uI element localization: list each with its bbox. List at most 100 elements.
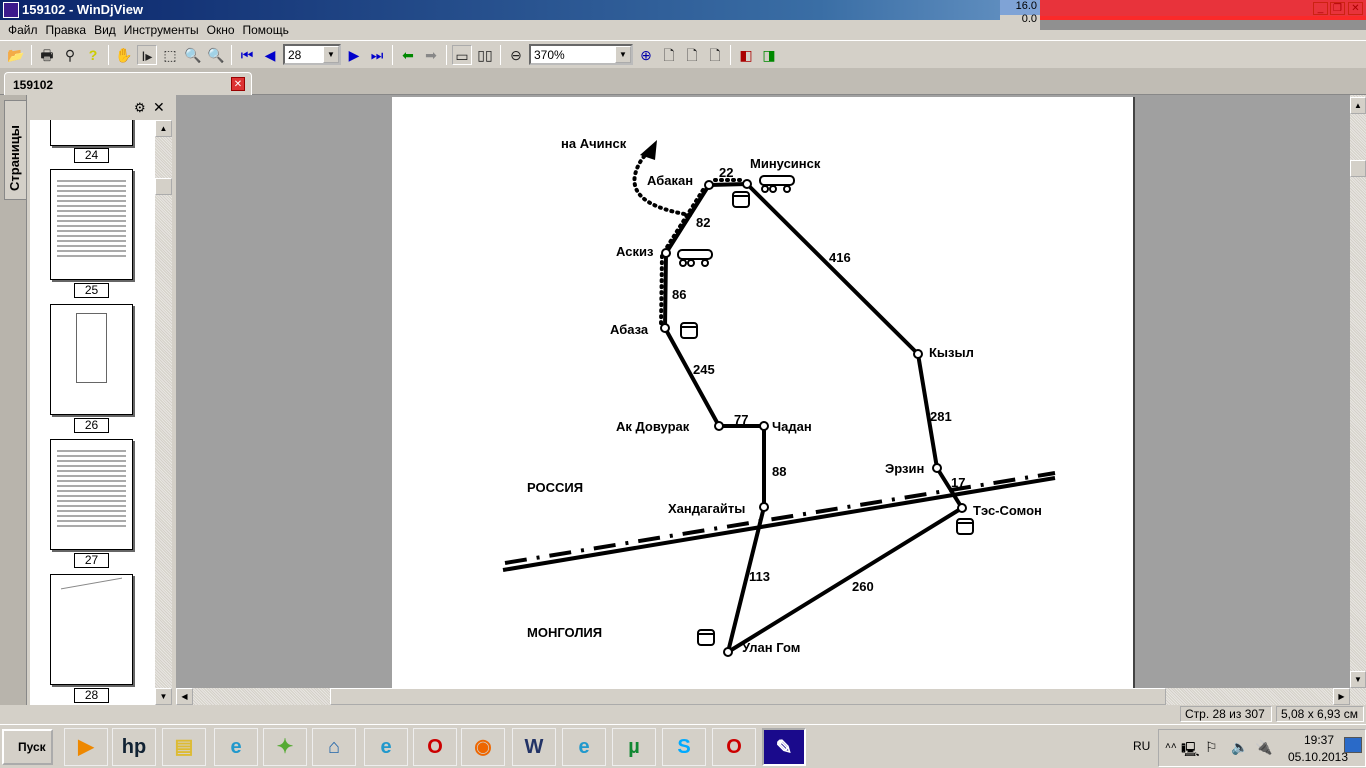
sidebar-scrollbar[interactable]: ▲ ▼ xyxy=(155,120,172,705)
distance-label: 281 xyxy=(930,409,952,424)
next-page-icon[interactable]: ▶ xyxy=(344,45,364,65)
thumbnail-label: 26 xyxy=(74,418,109,433)
firefox-icon[interactable]: ◉ xyxy=(461,728,505,766)
volume-icon[interactable]: 🔈 xyxy=(1231,739,1248,756)
close-icon[interactable]: ✕ xyxy=(153,99,165,116)
word-icon[interactable]: W xyxy=(512,728,556,766)
open-icon[interactable]: 📂 xyxy=(6,45,26,65)
zoom-rect-icon[interactable]: 🔍 xyxy=(206,45,226,65)
tab-document[interactable]: 159102 xyxy=(4,72,252,96)
status-page: Стр. 28 из 307 xyxy=(1180,706,1272,722)
scroll-up-icon[interactable]: ▲ xyxy=(1350,97,1366,114)
zoom-combo[interactable]: 370% ▼ xyxy=(529,44,633,65)
perf-max: 16.0 xyxy=(1015,0,1037,12)
close-button[interactable]: ✕ xyxy=(1348,2,1363,15)
menu-window[interactable]: Окно xyxy=(203,23,239,37)
prev-page-icon[interactable]: ◀ xyxy=(260,45,280,65)
thumbnail-list: 24 25 26 27 28 xyxy=(30,120,155,705)
network-icon[interactable]: 🖳 xyxy=(1181,739,1200,763)
power-icon[interactable]: 🔌 xyxy=(1255,739,1272,756)
language-indicator[interactable]: RU xyxy=(1133,739,1150,753)
menu-view[interactable]: Вид xyxy=(90,23,120,37)
menu-file[interactable]: Файл xyxy=(4,23,42,37)
chevron-down-icon[interactable]: ▼ xyxy=(615,46,631,63)
scroll-up-icon[interactable]: ▲ xyxy=(155,120,172,137)
zoom-value: 370% xyxy=(534,47,565,62)
windjview-icon[interactable]: ✎ xyxy=(762,728,806,766)
gear-icon[interactable]: ⚙ xyxy=(134,100,146,116)
tab-pages[interactable]: Страницы xyxy=(4,100,26,200)
menu-edit[interactable]: Правка xyxy=(42,23,91,37)
thumbnail-page[interactable] xyxy=(50,439,133,550)
back-icon[interactable]: ⬅ xyxy=(398,45,418,65)
flag-icon[interactable]: ⚐ xyxy=(1205,739,1218,756)
internet-explorer-icon[interactable]: e xyxy=(562,728,606,766)
distance-label: 77 xyxy=(734,412,748,427)
thumbnail-page[interactable] xyxy=(50,169,133,280)
menu-help[interactable]: Помощь xyxy=(239,23,293,37)
hand-tool-icon[interactable]: ✋ xyxy=(114,45,134,65)
messenger-icon[interactable]: ✦ xyxy=(263,728,307,766)
scroll-thumb[interactable] xyxy=(155,178,172,195)
internet-explorer-icon[interactable]: e xyxy=(214,728,258,766)
city-label: Кызыл xyxy=(929,345,974,360)
page-number-combo[interactable]: 28 ▼ xyxy=(283,44,341,65)
opera-icon[interactable]: O xyxy=(413,728,457,766)
thumbnail-page[interactable] xyxy=(50,120,133,146)
minimize-button[interactable]: _ xyxy=(1313,2,1328,15)
media-player-icon[interactable]: ▶ xyxy=(64,728,108,766)
scroll-left-icon[interactable]: ◀ xyxy=(176,688,193,705)
city-label: Тэс-Сомон xyxy=(973,503,1042,518)
status-page-size: 5,08 x 6,93 см xyxy=(1276,706,1364,722)
horizontal-scrollbar[interactable]: ◀ ▶ xyxy=(176,688,1350,705)
find-icon[interactable]: ⚲ xyxy=(60,45,80,65)
thumbnail-page[interactable] xyxy=(50,304,133,415)
print-icon[interactable]: 🖶 xyxy=(37,45,57,65)
first-page-icon[interactable]: ⏮ xyxy=(237,45,257,65)
show-hidden-icons-icon[interactable]: ˄˄ xyxy=(1165,741,1177,752)
skype-icon[interactable]: S xyxy=(662,728,706,766)
help-icon[interactable]: ? xyxy=(83,45,103,65)
thumbnail-page[interactable] xyxy=(50,574,133,685)
fit-width-icon[interactable]: 🗋 xyxy=(659,45,679,65)
menu-tools[interactable]: Инструменты xyxy=(120,23,203,37)
last-page-icon[interactable]: ⏭ xyxy=(367,45,387,65)
rotate-right-icon[interactable]: ◨ xyxy=(759,45,779,65)
scroll-right-icon[interactable]: ▶ xyxy=(1333,688,1350,705)
file-explorer-icon[interactable]: ▤ xyxy=(162,728,206,766)
scroll-thumb[interactable] xyxy=(330,688,1166,705)
route-map: на Ачинск Абакан Минусинск Аскиз Абаза А… xyxy=(502,136,1056,657)
actual-size-icon[interactable]: 🗋 xyxy=(705,45,725,65)
scroll-thumb[interactable] xyxy=(1350,160,1366,177)
opera-browser-icon[interactable]: O xyxy=(712,728,756,766)
scroll-down-icon[interactable]: ▼ xyxy=(1350,671,1366,688)
tank-icon xyxy=(956,518,974,535)
start-label: Пуск xyxy=(18,740,46,754)
forward-icon[interactable]: ➡ xyxy=(421,45,441,65)
select-rect-icon[interactable]: ⬚ xyxy=(160,45,180,65)
utorrent-icon[interactable]: µ xyxy=(612,728,656,766)
continuous-layout-icon[interactable]: ▭ xyxy=(452,44,472,65)
hp-icon[interactable]: hp xyxy=(112,728,156,766)
distance-label: 113 xyxy=(749,569,770,584)
fit-page-icon[interactable]: 🗋 xyxy=(682,45,702,65)
restore-button[interactable]: ❐ xyxy=(1330,2,1345,15)
zoom-in-icon[interactable]: ⊕ xyxy=(636,45,656,65)
chevron-down-icon[interactable]: ▼ xyxy=(323,46,339,63)
distance-label: 416 xyxy=(829,250,851,265)
show-desktop-button[interactable] xyxy=(1344,737,1362,753)
tab-close-icon[interactable]: ✕ xyxy=(231,77,245,91)
rotate-left-icon[interactable]: ◧ xyxy=(736,45,756,65)
clock-time[interactable]: 19:37 xyxy=(1289,733,1349,747)
clock-date[interactable]: 05.10.2013 xyxy=(1283,750,1353,764)
internet-explorer-icon[interactable]: e xyxy=(364,728,408,766)
zoom-out-icon[interactable]: ⊖ xyxy=(506,45,526,65)
facing-layout-icon[interactable]: ▯▯ xyxy=(475,45,495,65)
scroll-down-icon[interactable]: ▼ xyxy=(155,688,172,705)
city-label: Хандагайты xyxy=(668,501,745,516)
start-button[interactable]: Пуск xyxy=(2,729,53,765)
zoom-tool-icon[interactable]: 🔍 xyxy=(183,45,203,65)
vertical-scrollbar[interactable]: ▲ ▼ xyxy=(1350,95,1366,705)
network-icon[interactable]: ⌂ xyxy=(312,728,356,766)
select-text-icon[interactable]: I▸ xyxy=(137,44,157,65)
